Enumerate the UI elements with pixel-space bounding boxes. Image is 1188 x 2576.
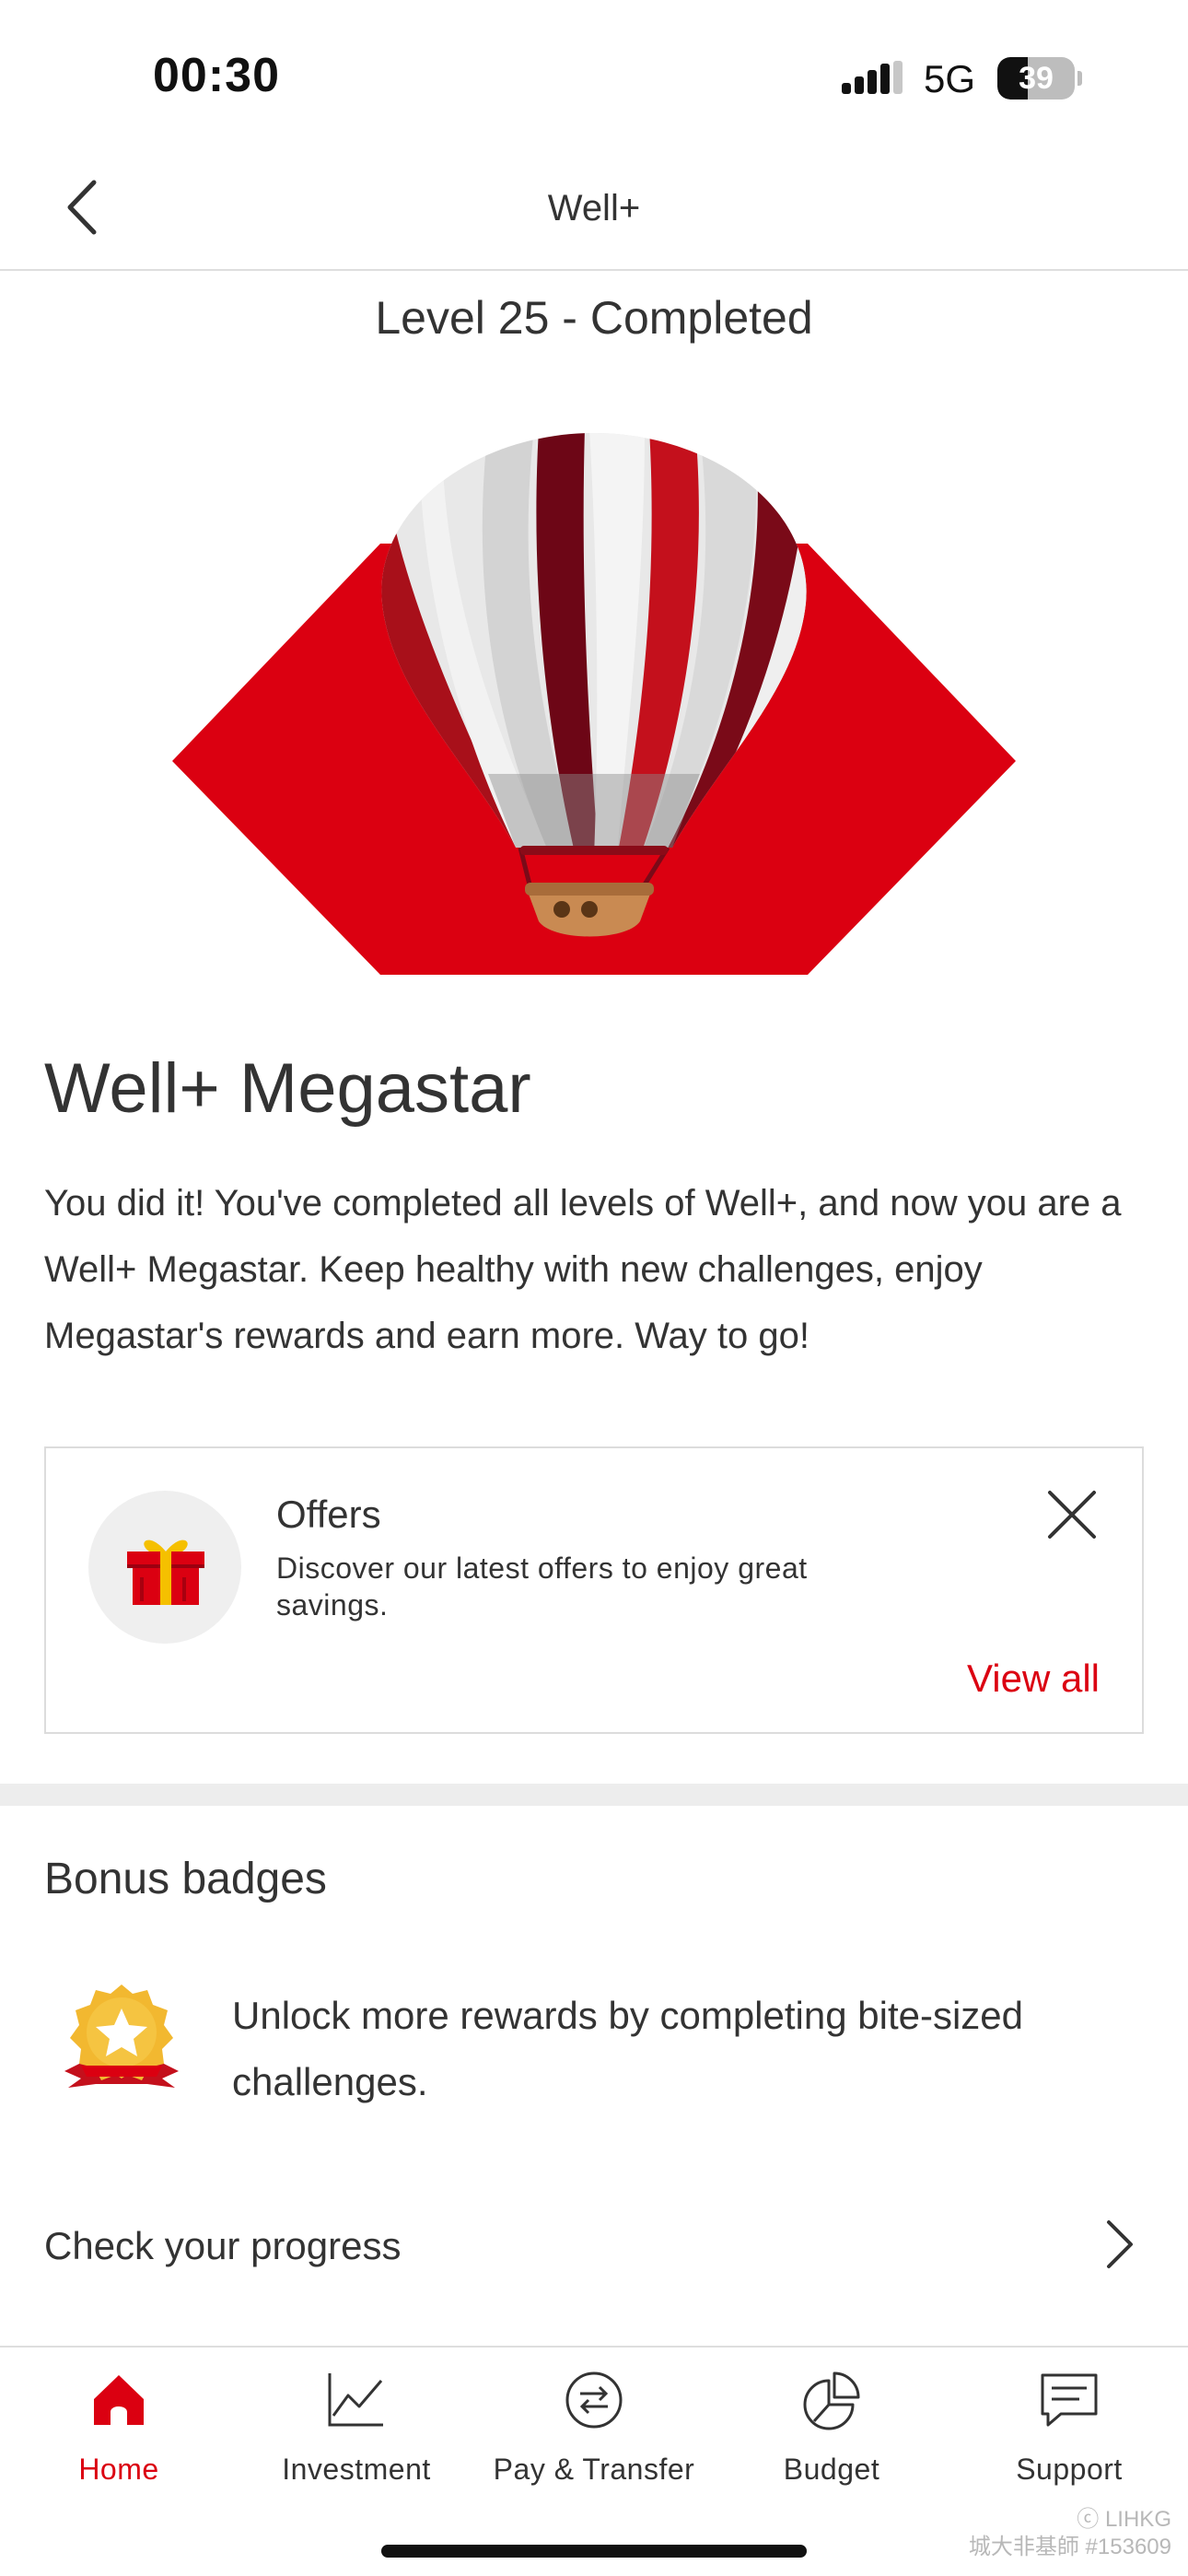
- watermark-line-2: 城大非基師 #153609: [968, 2535, 1171, 2559]
- offers-icon-container: [88, 1491, 241, 1644]
- tab-home-label: Home: [78, 2453, 159, 2486]
- transfer-icon: [565, 2371, 623, 2429]
- bonus-badges-text: Unlock more rewards by completing bite-s…: [232, 1994, 1024, 2103]
- nav-header: Well+: [0, 147, 1188, 271]
- achievement-headline: Well+ Megastar: [44, 1049, 531, 1128]
- chevron-right-icon: [1107, 2220, 1133, 2268]
- home-icon: [94, 2375, 144, 2425]
- achievement-description: You did it! You've completed all levels …: [44, 1183, 1122, 1356]
- tab-budget-label: Budget: [783, 2453, 880, 2486]
- status-bar: 00:30 5G 39: [0, 0, 1188, 147]
- offers-card[interactable]: Offers Discover our latest offers to enj…: [44, 1446, 1144, 1734]
- offers-description: Discover our latest offers to enjoy grea…: [276, 1551, 808, 1622]
- badge-icon: [64, 1985, 179, 2088]
- tab-pay-transfer[interactable]: Pay & Transfer: [475, 2348, 713, 2513]
- home-indicator[interactable]: [381, 2545, 807, 2558]
- bonus-badges-title: Bonus badges: [44, 1855, 327, 1903]
- tab-support[interactable]: Support: [950, 2348, 1188, 2513]
- watermark: ⓒ LIHKG 城大非基師 #153609: [969, 2506, 1171, 2561]
- level-title: Level 25 - Completed: [375, 292, 813, 344]
- chart-icon: [328, 2373, 383, 2427]
- view-all-link[interactable]: View all: [967, 1657, 1100, 1701]
- section-divider: [0, 1784, 1188, 1806]
- network-type: 5G: [924, 57, 976, 100]
- well-plus-screen: 00:30 5G 39 Well+ Level 25 - Completed W…: [0, 0, 1188, 2576]
- tab-investment-label: Investment: [282, 2453, 431, 2486]
- chat-icon: [1041, 2373, 1098, 2427]
- pie-icon: [803, 2371, 860, 2430]
- battery-percent: 39: [1019, 61, 1054, 96]
- hot-air-balloon-illustration: [172, 433, 1016, 975]
- battery-icon: 39: [997, 57, 1082, 100]
- tab-budget[interactable]: Budget: [713, 2348, 950, 2513]
- tab-pay-transfer-label: Pay & Transfer: [493, 2453, 695, 2486]
- check-progress-label: Check your progress: [44, 2224, 402, 2267]
- close-icon[interactable]: [1046, 1489, 1098, 1540]
- page-title: Well+: [547, 188, 641, 228]
- check-progress-row[interactable]: Check your progress: [0, 2193, 1188, 2303]
- tab-investment[interactable]: Investment: [238, 2348, 475, 2513]
- status-time: 00:30: [153, 49, 280, 102]
- tab-support-label: Support: [1016, 2453, 1123, 2486]
- offers-title: Offers: [276, 1493, 381, 1536]
- watermark-line-1: ⓒ LIHKG: [1077, 2507, 1171, 2532]
- signal-icon: [842, 61, 903, 94]
- gift-icon: [127, 1540, 204, 1605]
- tab-home[interactable]: Home: [0, 2348, 238, 2513]
